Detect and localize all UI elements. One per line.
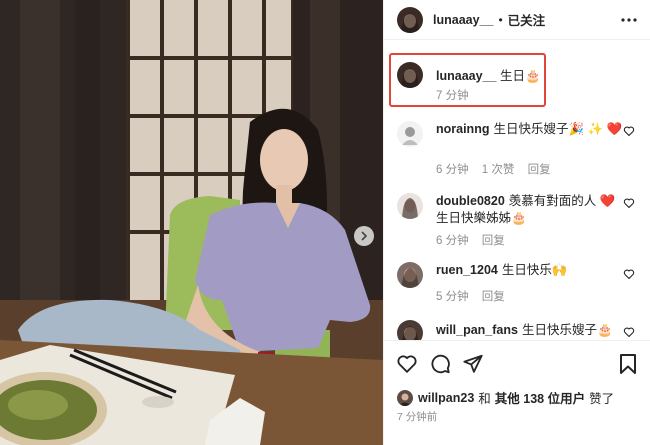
header-separator: • — [498, 12, 503, 27]
likes-others-link[interactable]: 其他 138 位用户 — [495, 388, 585, 407]
commenter-avatar[interactable] — [397, 262, 423, 288]
comment-username[interactable]: double0820 — [436, 194, 505, 208]
comment-meta: 6 分钟 回复 — [436, 232, 515, 248]
commenter-avatar[interactable] — [397, 320, 423, 340]
likes-connector: 和 — [478, 392, 491, 406]
comment-time: 5 分钟 — [436, 291, 469, 303]
caption-text: 生日🎂 — [499, 69, 541, 83]
posted-time: 7 分钟前 — [397, 411, 438, 423]
comment-bubble-icon[interactable] — [429, 353, 451, 375]
comment-text-line: norainng 生日快乐嫂子🎉 ✨ ❤️ — [436, 121, 626, 138]
comment-text-line: will_pan_fans 生日快乐嫂子🎂 — [436, 322, 626, 339]
carousel-next-button[interactable] — [354, 226, 374, 246]
comment-text: 生日快乐🙌 — [501, 263, 568, 277]
more-options-button[interactable] — [619, 10, 639, 30]
comment-text-line: ruen_1204 生日快乐🙌 — [436, 262, 626, 279]
caption-meta: 7 分钟 — [436, 87, 479, 103]
follow-status-button[interactable]: 已关注 — [508, 10, 546, 29]
photo-image — [0, 0, 383, 445]
post-side-panel: lunaaay__ • 已关注 lunaaay__ 生日🎂 7 分钟 norai… — [383, 0, 650, 445]
comment-meta: 5 分钟 回复 — [436, 288, 515, 304]
author-username[interactable]: lunaaay__ — [433, 13, 493, 27]
post-action-bar: willpan23 和 其他 138 位用户 赞了 7 分钟前 — [384, 340, 650, 445]
send-icon[interactable] — [462, 353, 484, 375]
comment-like-icon[interactable] — [623, 326, 635, 338]
commenter-avatar[interactable] — [397, 121, 423, 147]
reply-button[interactable]: 回复 — [482, 291, 505, 303]
comment-like-icon[interactable] — [623, 197, 635, 209]
caption-username[interactable]: lunaaay__ — [436, 69, 496, 83]
comment-username[interactable]: will_pan_fans — [436, 323, 518, 337]
comment-text-line: double0820 羡慕有對面的人 ❤️ 生日快樂姊姊🎂 — [436, 193, 626, 227]
comment-text: 生日快乐嫂子🎂 — [521, 323, 613, 337]
comment-likes-count[interactable]: 1 次赞 — [482, 164, 515, 176]
comment-text: 生日快乐嫂子🎉 ✨ ❤️ — [493, 122, 623, 136]
comment-time: 6 分钟 — [436, 235, 469, 247]
heart-outline-icon[interactable] — [396, 353, 418, 375]
comment-username[interactable]: ruen_1204 — [436, 263, 498, 277]
comment-meta: 6 分钟 1 次赞 回复 — [436, 161, 561, 177]
caption-time: 7 分钟 — [436, 90, 469, 102]
author-avatar[interactable] — [397, 6, 423, 33]
chevron-right-icon — [361, 231, 368, 241]
comment-time: 6 分钟 — [436, 164, 469, 176]
post-header: lunaaay__ • 已关注 — [384, 0, 650, 40]
caption-line: lunaaay__ 生日🎂 — [436, 65, 541, 84]
likes-summary: willpan23 和 其他 138 位用户 赞了 — [397, 388, 618, 407]
caption-avatar[interactable] — [397, 62, 423, 88]
comment-username[interactable]: norainng — [436, 122, 489, 136]
liker-avatar[interactable] — [397, 389, 413, 406]
reply-button[interactable]: 回复 — [482, 235, 505, 247]
bookmark-icon[interactable] — [618, 353, 638, 375]
action-icons — [396, 353, 495, 375]
comment-like-icon[interactable] — [623, 268, 635, 280]
post-photo — [0, 0, 383, 445]
comment-like-icon[interactable] — [623, 125, 635, 137]
reply-button[interactable]: 回复 — [528, 164, 551, 176]
likes-suffix: 赞了 — [589, 392, 615, 406]
liker-username[interactable]: willpan23 — [418, 391, 474, 405]
commenter-avatar[interactable] — [397, 193, 423, 219]
comment-item: will_pan_fans 生日快乐嫂子🎂 — [397, 320, 645, 340]
more-horizontal-icon — [621, 18, 637, 22]
